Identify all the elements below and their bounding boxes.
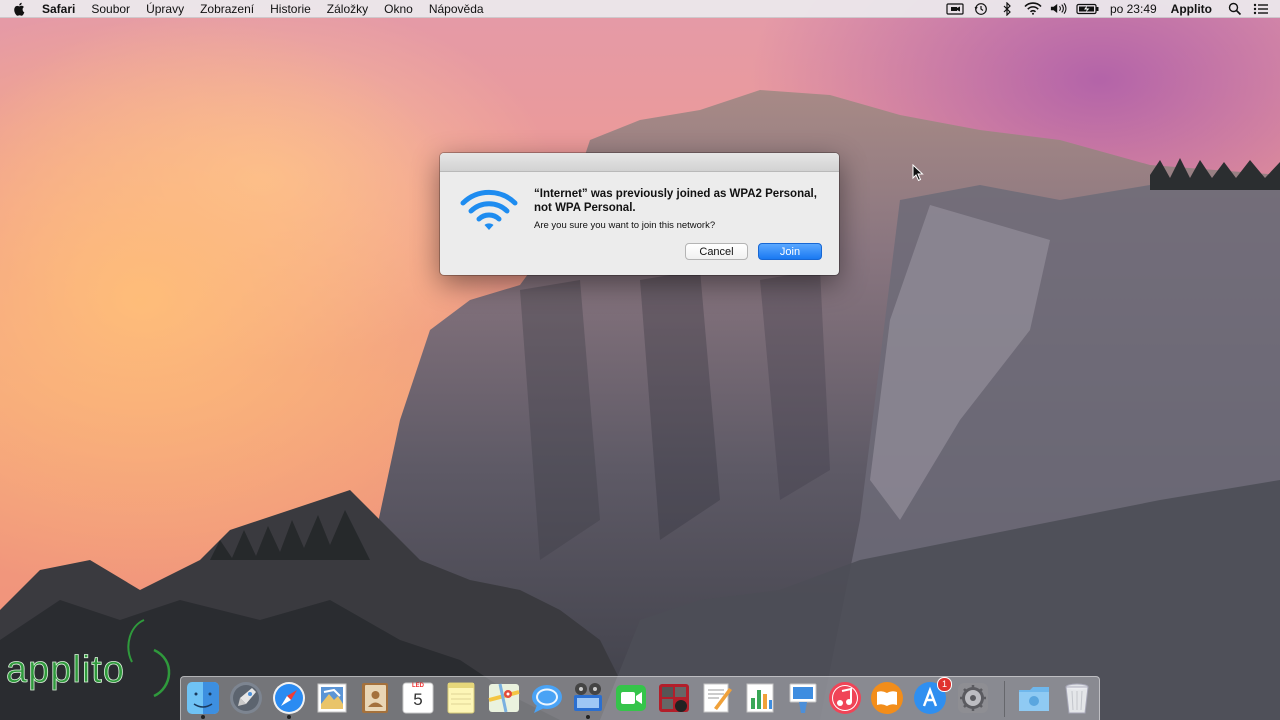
dock-safari[interactable] xyxy=(271,680,307,719)
calendar-month: LED xyxy=(412,683,424,689)
menu-upravy[interactable]: Úpravy xyxy=(146,0,184,18)
dock-pages[interactable] xyxy=(699,680,735,716)
dock-separator xyxy=(1004,681,1005,717)
wifi-icon[interactable] xyxy=(1024,2,1042,16)
running-indicator xyxy=(287,715,291,719)
dock-ibooks[interactable] xyxy=(869,680,905,716)
launchpad-rocket-icon xyxy=(230,682,262,714)
menu-clock[interactable]: po 23:49 xyxy=(1110,2,1157,16)
volume-icon[interactable] xyxy=(1050,2,1068,16)
running-indicator xyxy=(201,715,205,719)
dialog-message: “Internet” was previously joined as WPA2… xyxy=(534,188,817,214)
spotlight-search-icon[interactable] xyxy=(1226,2,1244,16)
bluetooth-icon[interactable] xyxy=(998,1,1016,16)
dock-downloads-folder[interactable] xyxy=(1016,680,1052,716)
contacts-book-icon xyxy=(362,683,388,713)
menu-bar: Safari Soubor Úpravy Zobrazení Historie … xyxy=(0,0,1280,18)
menu-historie[interactable]: Historie xyxy=(270,0,311,18)
gear-icon xyxy=(958,683,988,713)
film-projector-icon xyxy=(574,683,602,711)
dock-mail[interactable] xyxy=(314,680,350,716)
dock-photo-booth[interactable] xyxy=(656,680,692,716)
apple-menu-icon[interactable] xyxy=(12,1,26,17)
dock-notes[interactable] xyxy=(443,680,479,716)
photo-booth-icon xyxy=(659,684,689,712)
dock-trash[interactable] xyxy=(1059,680,1095,716)
notification-center-icon[interactable] xyxy=(1252,2,1270,16)
mail-stamp-icon xyxy=(317,683,347,713)
safari-compass-icon xyxy=(273,682,305,714)
keynote-podium-icon xyxy=(789,683,817,713)
dock-launchpad[interactable] xyxy=(228,680,264,716)
dialog-informative-text: Are you sure you want to join this netwo… xyxy=(534,220,716,231)
dock-maps[interactable] xyxy=(486,680,522,716)
desktop-wallpaper xyxy=(0,0,1280,720)
dock-system-preferences[interactable] xyxy=(955,680,991,716)
dock-numbers[interactable] xyxy=(742,680,778,716)
applito-watermark-logo: applito xyxy=(4,616,180,698)
cancel-button[interactable]: Cancel xyxy=(685,243,748,260)
time-machine-icon[interactable] xyxy=(972,2,990,16)
trash-icon xyxy=(1065,683,1089,714)
wallpaper-mountain xyxy=(0,90,1280,720)
ibooks-icon xyxy=(871,682,903,714)
watermark-text: applito xyxy=(6,649,125,691)
itunes-note-icon xyxy=(829,682,861,714)
running-indicator xyxy=(586,715,590,719)
facetime-camera-icon xyxy=(616,685,646,711)
dock-messages[interactable] xyxy=(529,680,565,716)
app-store-update-badge: 1 xyxy=(937,677,952,692)
airplay-icon[interactable] xyxy=(946,2,964,16)
dock-calendar[interactable]: LED 5 xyxy=(400,680,436,716)
user-menu[interactable]: Applito xyxy=(1171,2,1212,16)
calendar-day: 5 xyxy=(413,690,423,709)
pages-icon xyxy=(703,683,732,713)
dock-contacts[interactable] xyxy=(357,680,393,716)
folder-icon xyxy=(1019,687,1049,711)
finder-icon xyxy=(187,682,219,714)
wifi-icon xyxy=(460,189,518,231)
dock-keynote[interactable] xyxy=(785,680,821,716)
dock: LED 5 1 xyxy=(180,676,1100,720)
menu-zalozky[interactable]: Záložky xyxy=(327,0,368,18)
messages-bubble-icon xyxy=(532,685,562,713)
numbers-chart-icon xyxy=(746,683,774,713)
dock-itunes[interactable] xyxy=(827,680,863,716)
dock-keynote-projector[interactable] xyxy=(570,680,606,719)
mouse-pointer-icon xyxy=(912,163,924,182)
menu-okno[interactable]: Okno xyxy=(384,0,413,18)
battery-icon[interactable] xyxy=(1076,2,1100,16)
wifi-join-alert-dialog: “Internet” was previously joined as WPA2… xyxy=(440,153,839,275)
menu-soubor[interactable]: Soubor xyxy=(91,0,130,18)
dialog-title-bar[interactable] xyxy=(440,153,839,172)
dock-finder[interactable] xyxy=(185,680,221,719)
join-button[interactable]: Join xyxy=(758,243,822,260)
menu-app-safari[interactable]: Safari xyxy=(42,0,75,18)
dock-app-store[interactable]: 1 xyxy=(912,677,952,716)
menu-zobrazeni[interactable]: Zobrazení xyxy=(200,0,254,18)
dock-facetime[interactable] xyxy=(613,680,649,716)
menu-napoveda[interactable]: Nápověda xyxy=(429,0,484,18)
notes-icon xyxy=(447,682,475,714)
maps-icon xyxy=(488,683,520,713)
